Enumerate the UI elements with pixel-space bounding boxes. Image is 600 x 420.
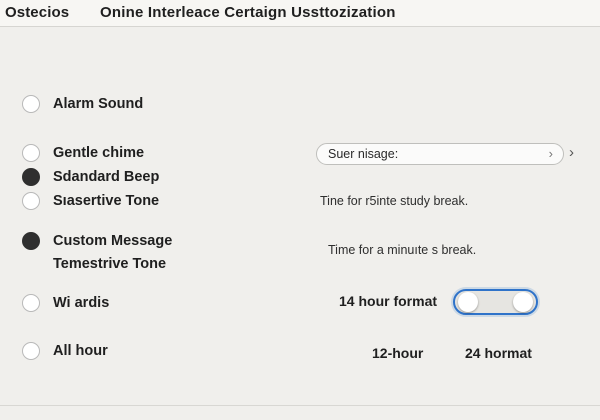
radio-button-selected[interactable] <box>22 232 40 250</box>
hour-format-toggle[interactable] <box>453 289 538 315</box>
radio-button-selected[interactable] <box>22 168 40 186</box>
minute-break-note: Time for a minuıte s break. <box>328 243 477 257</box>
option-label: Sıasertive Tone <box>53 193 160 209</box>
app-name: Ostecios <box>5 4 70 21</box>
option-standard-beep[interactable]: Sdandard Beep <box>22 166 159 188</box>
radio-button[interactable] <box>22 192 40 210</box>
user-message-field[interactable]: Suer nisage: › <box>316 143 564 165</box>
option-label: Alarm Sound <box>53 96 144 112</box>
toggle-knob <box>458 292 478 312</box>
option-alarm-sound[interactable]: Alarm Sound <box>22 93 143 115</box>
option-custom-message[interactable]: Custom Message <box>22 230 172 252</box>
option-temestrive-tone[interactable]: Temestrive Tone <box>22 253 166 275</box>
option-label: Sdandard Beep <box>53 169 160 185</box>
option-label: Temestrive Tone <box>53 256 167 272</box>
footer-divider <box>0 405 600 406</box>
option-label: Custom Message <box>53 233 173 249</box>
study-break-note: Tine for r5inte study break. <box>320 194 469 208</box>
window-title: Onine Interleace Certaign Ussttozization <box>100 4 396 21</box>
title-bar: Ostecios Onine Interleace Certaign Usstt… <box>0 0 600 27</box>
toggle-knob <box>513 292 533 312</box>
format-12-hour-option[interactable]: 12-hour <box>372 345 423 361</box>
option-label: Wi ardis <box>53 295 110 311</box>
option-label: All hour <box>53 343 108 359</box>
option-wi-ardis[interactable]: Wi ardis <box>22 292 109 314</box>
chevron-right-icon[interactable]: › <box>549 146 553 161</box>
radio-button[interactable] <box>22 294 40 312</box>
radio-button[interactable] <box>22 95 40 113</box>
format-24-hour-option[interactable]: 24 hormat <box>465 345 532 361</box>
radio-button[interactable] <box>22 144 40 162</box>
option-assertive-tone[interactable]: Sıasertive Tone <box>22 190 159 212</box>
hour-format-label: 14 hour format <box>339 293 438 309</box>
option-label: Gentle chime <box>53 145 145 161</box>
option-all-hour[interactable]: All hour <box>22 340 108 362</box>
chevron-right-icon[interactable]: › <box>569 144 574 161</box>
option-gentle-chime[interactable]: Gentle chime <box>22 142 144 164</box>
user-message-label: Suer nisage: <box>328 147 399 161</box>
radio-button[interactable] <box>22 342 40 360</box>
